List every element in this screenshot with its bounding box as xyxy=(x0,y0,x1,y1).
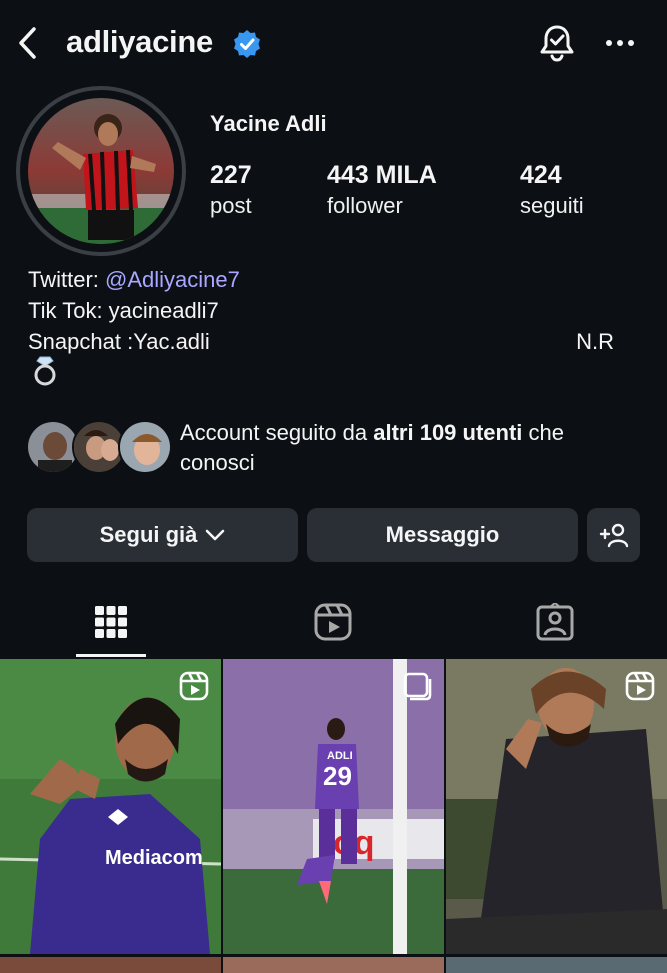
post-thumbnail[interactable] xyxy=(446,957,667,973)
stat-followers[interactable]: 443 MILA follower xyxy=(327,158,437,220)
more-options-button[interactable] xyxy=(602,30,638,56)
tab-tagged[interactable] xyxy=(444,586,666,658)
message-button[interactable]: Messaggio xyxy=(307,508,578,562)
post-photo: Mediacom xyxy=(0,659,221,954)
chevron-left-icon xyxy=(19,27,36,59)
mutual-followers-text[interactable]: Account seguito da altri 109 utenti che … xyxy=(180,418,640,478)
post-photo xyxy=(446,659,667,954)
player-number: 29 xyxy=(323,761,352,791)
add-person-icon xyxy=(599,523,628,548)
post-thumbnail[interactable]: oq ADLI 29 xyxy=(223,659,444,954)
stat-posts-label: post xyxy=(210,193,252,218)
post-thumbnail[interactable]: Mediacom xyxy=(0,659,221,954)
stat-following-value: 424 xyxy=(520,161,562,189)
message-button-label: Messaggio xyxy=(385,522,500,547)
mutual-prefix: Account seguito da xyxy=(180,420,374,445)
reels-icon xyxy=(314,603,352,641)
posts-grid: Mediacom oq ADLI 29 xyxy=(0,659,667,973)
top-bar: adliyacine xyxy=(0,0,667,86)
following-button-label: Segui già xyxy=(99,522,198,547)
stat-followers-value: 443 MILA xyxy=(327,161,437,189)
bell-check-icon xyxy=(540,25,574,62)
mutual-avatar xyxy=(118,420,172,474)
stat-following-label: seguiti xyxy=(520,193,584,218)
back-button[interactable] xyxy=(10,22,44,64)
more-dots-icon xyxy=(606,40,634,46)
profile-username: adliyacine xyxy=(66,24,213,59)
grid-icon xyxy=(95,606,127,638)
chevron-down-icon xyxy=(206,529,225,541)
post-thumbnail[interactable] xyxy=(223,957,444,973)
stat-following[interactable]: 424 seguiti xyxy=(520,158,584,220)
reels-icon xyxy=(625,671,655,701)
post-thumbnail[interactable] xyxy=(446,659,667,954)
profile-avatar[interactable] xyxy=(28,98,174,244)
mutual-followers-avatars[interactable] xyxy=(26,420,172,474)
avatar-photo xyxy=(28,98,174,244)
notifications-bell-button[interactable] xyxy=(536,22,578,64)
mutual-count: altri 109 utenti xyxy=(373,420,523,445)
post-photo: oq ADLI 29 xyxy=(223,659,444,954)
jersey-text: Mediacom xyxy=(105,847,203,869)
tab-reels[interactable] xyxy=(222,586,444,658)
profile-bio: Twitter: @Adliyacine7 Tik Tok: yacineadl… xyxy=(28,264,638,357)
following-button[interactable]: Segui già xyxy=(27,508,298,562)
stat-posts[interactable]: 227 post xyxy=(210,158,252,220)
active-tab-indicator xyxy=(76,654,146,657)
verified-badge-icon xyxy=(234,30,260,58)
stat-followers-label: follower xyxy=(327,193,403,218)
bio-twitter-link[interactable]: @Adliyacine7 xyxy=(105,267,240,292)
reels-icon xyxy=(179,671,209,701)
ring-icon xyxy=(34,356,56,386)
bio-initials: N.R xyxy=(576,329,614,354)
profile-full-name: Yacine Adli xyxy=(210,111,327,136)
post-thumbnail[interactable] xyxy=(0,957,221,973)
carousel-icon xyxy=(403,672,432,701)
bio-tiktok-line: Tik Tok: yacineadli7 xyxy=(28,298,219,323)
tab-grid[interactable] xyxy=(0,586,222,658)
suggest-users-button[interactable] xyxy=(587,508,640,562)
tagged-icon xyxy=(536,603,574,641)
bio-twitter-prefix: Twitter: xyxy=(28,267,106,292)
stat-posts-value: 227 xyxy=(210,161,252,189)
profile-tabs xyxy=(0,586,667,658)
bio-twitter-line: Twitter: @Adliyacine7 xyxy=(28,264,638,295)
bio-snapchat-line: Snapchat :Yac.adli xyxy=(28,329,210,354)
